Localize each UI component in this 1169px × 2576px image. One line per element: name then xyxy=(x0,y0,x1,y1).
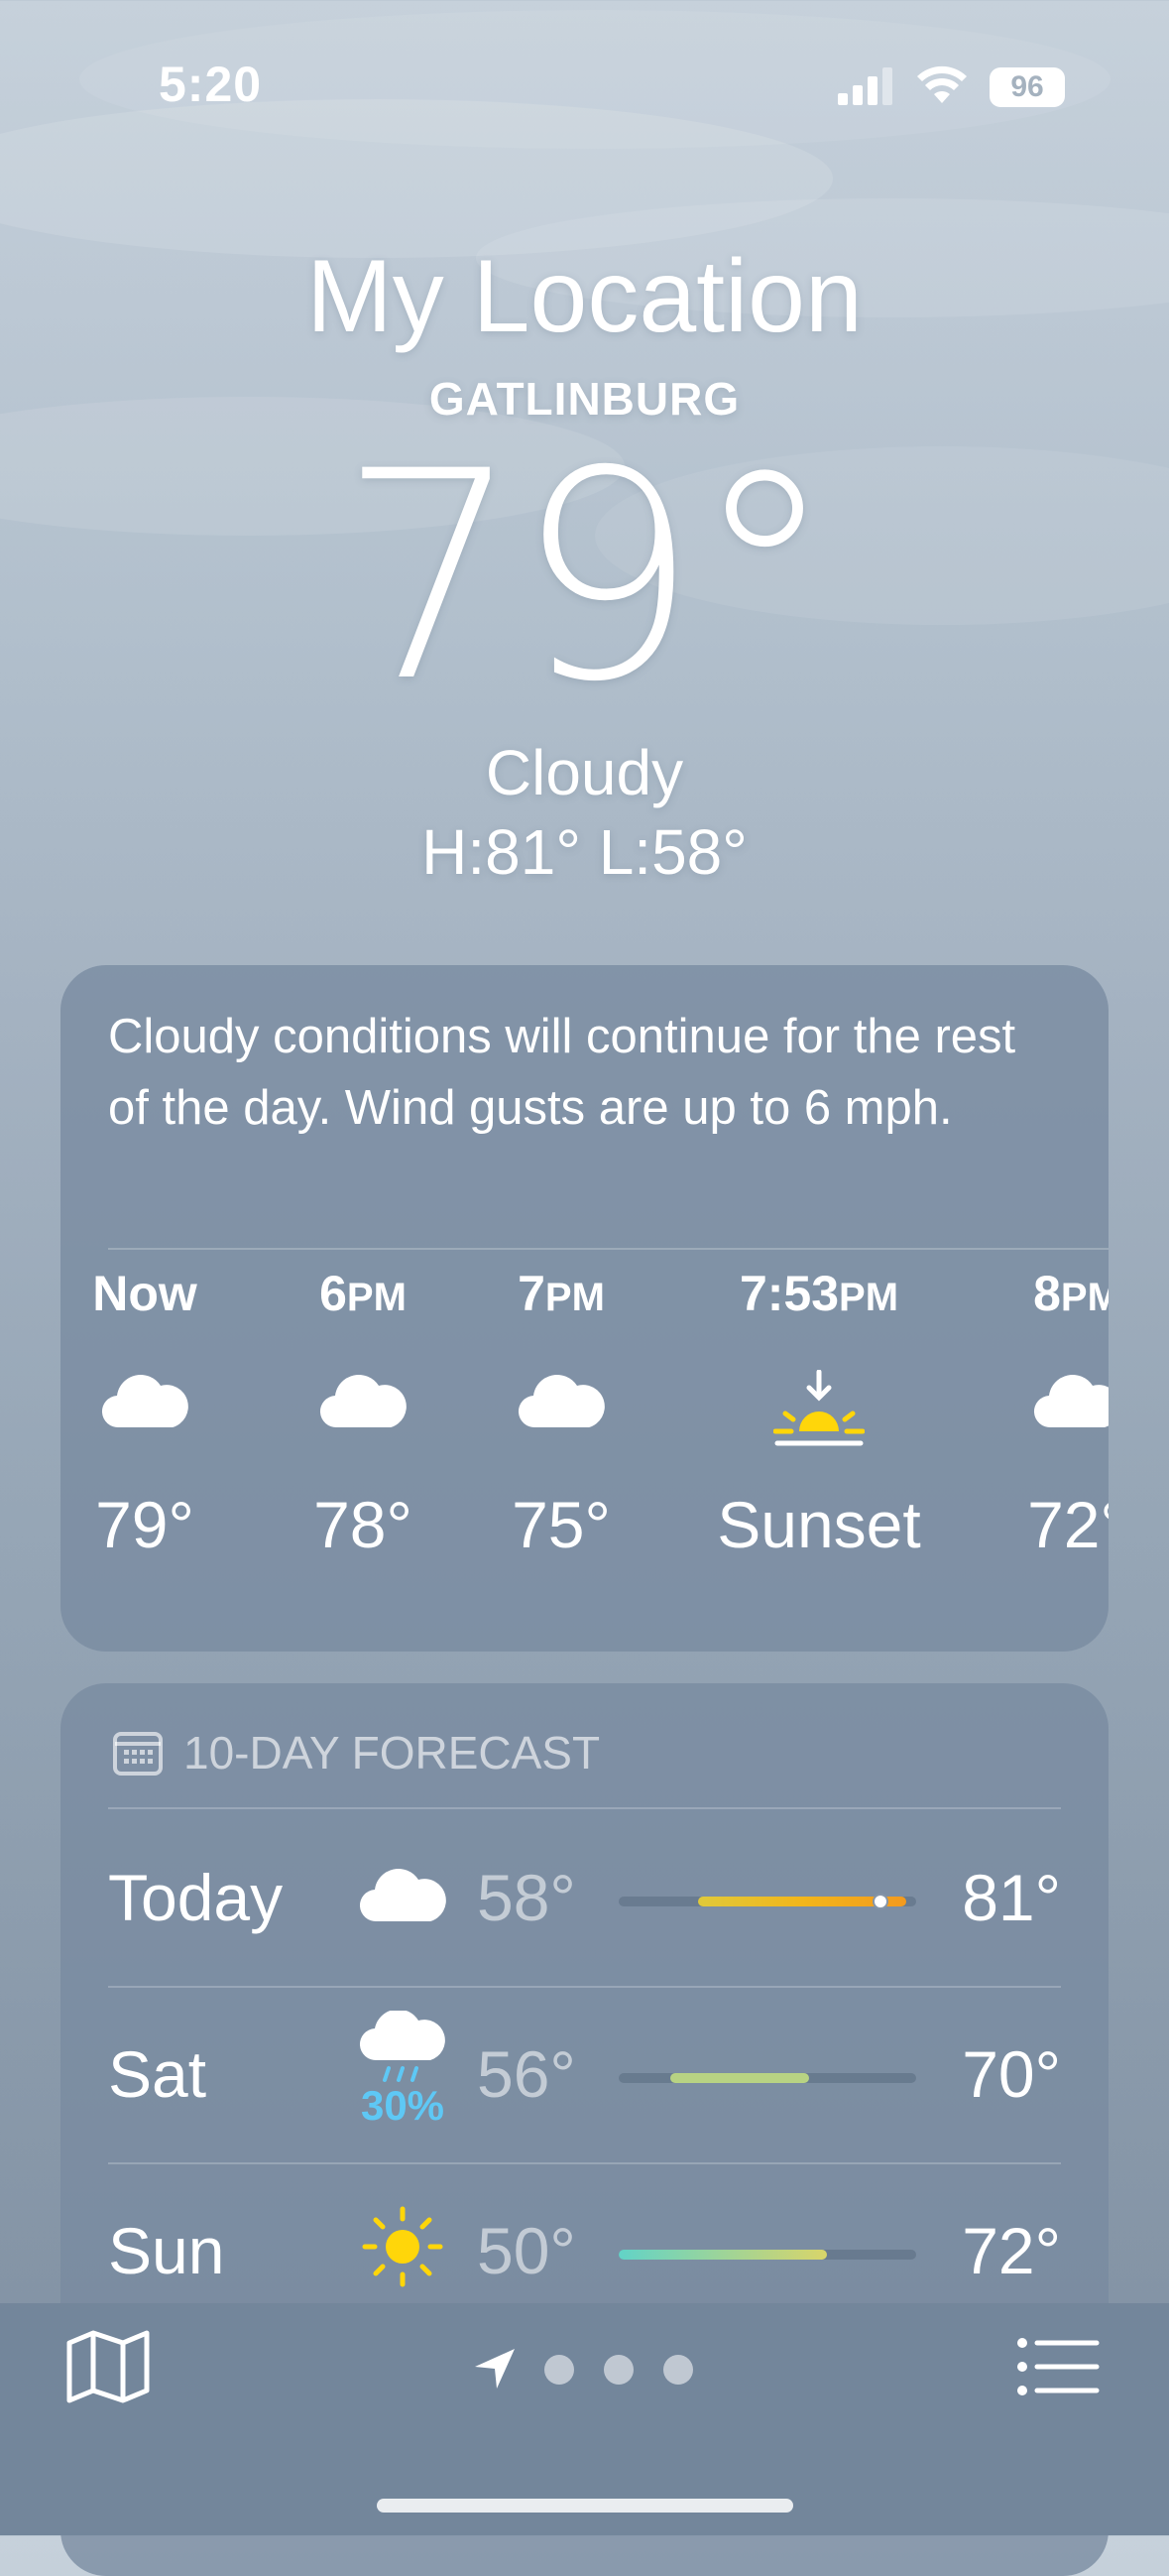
cloud-icon xyxy=(518,1374,605,1428)
rain-cloud-icon xyxy=(360,2011,445,2082)
forecast-low: 56° xyxy=(477,2037,576,2111)
map-icon[interactable] xyxy=(65,2329,151,2404)
forecast-high: 70° xyxy=(962,2037,1061,2111)
hour-label: 7PM xyxy=(518,1266,605,1321)
temperature-range-bar xyxy=(619,2073,916,2083)
cloud-icon xyxy=(359,1868,446,1922)
page-dot[interactable] xyxy=(604,2355,634,2385)
calendar-icon xyxy=(113,1732,163,1776)
status-time: 5:20 xyxy=(159,57,263,112)
hour-temp: 75° xyxy=(512,1488,611,1561)
forecast-row[interactable]: Sat 30% 56° 70° xyxy=(60,1987,1109,2163)
status-bar: 5:20 96 xyxy=(0,0,1169,169)
hourly-forecast-card[interactable]: Cloudy conditions will continue for the … xyxy=(60,965,1109,1652)
precip-chance: 30% xyxy=(360,2082,445,2129)
temperature-range-fill xyxy=(619,2250,827,2260)
forecast-day: Sat xyxy=(108,2037,207,2111)
current-condition: Cloudy xyxy=(485,737,684,808)
sun-icon xyxy=(362,2206,443,2287)
forecast-day: Today xyxy=(108,1861,284,1934)
divider xyxy=(108,1807,1061,1809)
cloud-icon xyxy=(1034,1374,1109,1428)
forecast-low: 50° xyxy=(477,2214,576,2287)
forecast-summary: Cloudy conditions will continue for the … xyxy=(108,1010,1016,1135)
current-temp-indicator xyxy=(873,1894,888,1909)
forecast-day: Sun xyxy=(108,2214,225,2287)
location-arrow-icon[interactable] xyxy=(473,2347,517,2391)
hour-label: 8PM xyxy=(1033,1266,1109,1321)
page-dot[interactable] xyxy=(663,2355,693,2385)
forecast-low: 58° xyxy=(477,1861,576,1934)
hour-temp: 72° xyxy=(1027,1488,1109,1561)
battery-icon: 96 xyxy=(990,67,1065,107)
list-icon[interactable] xyxy=(1017,2337,1101,2396)
temperature-range-bar xyxy=(619,1894,916,1909)
home-indicator[interactable] xyxy=(377,2499,793,2513)
sunset-icon xyxy=(773,1370,865,1446)
location-title: My Location xyxy=(306,239,863,354)
current-temperature: 79° xyxy=(338,411,836,745)
hour-label: Now xyxy=(92,1266,197,1321)
signal-icon xyxy=(838,67,892,105)
temperature-range-fill xyxy=(670,2073,809,2083)
wifi-icon xyxy=(917,65,967,103)
page-dot[interactable] xyxy=(544,2355,574,2385)
forecast-row[interactable]: Today 58° 81° xyxy=(60,1810,1109,1987)
hour-label: 6PM xyxy=(319,1266,407,1321)
forecast-header-label: 10-DAY FORECAST xyxy=(183,1727,601,1779)
forecast-header: 10-DAY FORECAST xyxy=(112,1723,600,1782)
hour-temp: Sunset xyxy=(717,1488,921,1561)
hour-temp: 79° xyxy=(95,1488,194,1561)
cloud-icon xyxy=(101,1374,188,1428)
temperature-range-bar xyxy=(619,2250,916,2260)
cloud-icon xyxy=(319,1374,407,1428)
high-low: H:81° L:58° xyxy=(421,816,748,888)
forecast-high: 81° xyxy=(962,1861,1061,1934)
forecast-high: 72° xyxy=(962,2214,1061,2287)
hour-temp: 78° xyxy=(313,1488,412,1561)
hour-label: 7:53PM xyxy=(739,1266,899,1321)
hourly-scroller[interactable]: Now 79° 6PM 78° 7PM 75° 7:53PM Sunset 8P… xyxy=(60,1249,1109,1626)
